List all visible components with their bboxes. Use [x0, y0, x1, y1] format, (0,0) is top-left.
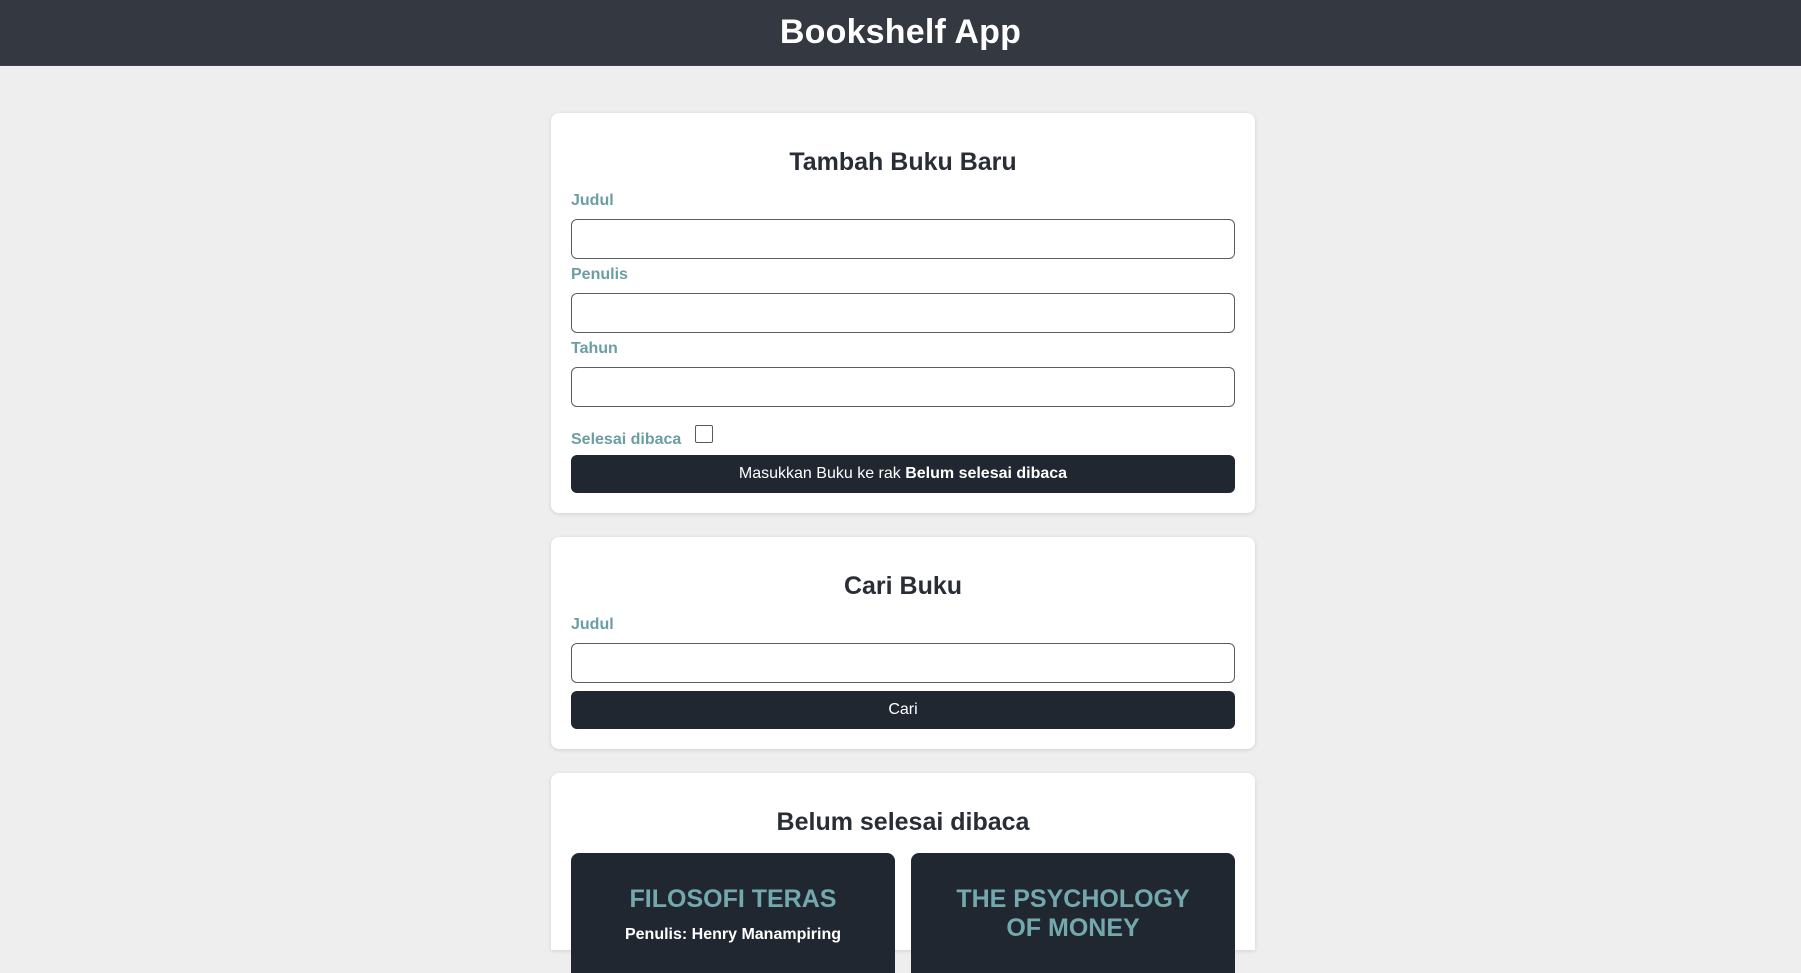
book-title: THE PSYCHOLOGY OF MONEY [956, 885, 1190, 942]
search-submit-button[interactable]: Cari [571, 691, 1235, 729]
title-label: Judul [571, 192, 614, 209]
add-book-heading: Tambah Buku Baru [789, 148, 1017, 176]
author-input[interactable] [571, 293, 1235, 333]
add-book-submit-button[interactable]: Masukkan Buku ke rak Belum selesai dibac… [571, 455, 1235, 493]
incomplete-shelf-card: Belum selesai dibaca FILOSOFI TERAS Penu… [551, 773, 1255, 973]
add-book-card: Tambah Buku Baru Judul Penulis Tahun Sel… [551, 113, 1255, 513]
complete-checkbox[interactable] [695, 425, 713, 443]
app-header: Bookshelf App [0, 0, 1801, 66]
search-title-input[interactable] [571, 643, 1235, 683]
year-input[interactable] [571, 367, 1235, 407]
submit-prefix-text: Masukkan Buku ke rak [738, 465, 901, 482]
year-label: Tahun [571, 340, 618, 357]
submit-target-text: Belum selesai dibaca [905, 465, 1068, 482]
book-title: FILOSOFI TERAS [629, 885, 837, 913]
book-item: THE PSYCHOLOGY OF MONEY [911, 853, 1235, 973]
title-input[interactable] [571, 219, 1235, 259]
search-title-label: Judul [571, 616, 614, 633]
complete-label: Selesai dibaca [571, 431, 682, 448]
app-title: Bookshelf App [779, 13, 1022, 51]
book-author: Penulis: Henry Manampiring [624, 926, 842, 943]
search-heading: Cari Buku [843, 572, 963, 600]
book-item: FILOSOFI TERAS Penulis: Henry Manampirin… [571, 853, 895, 973]
incomplete-shelf-heading: Belum selesai dibaca [776, 808, 1030, 836]
search-book-card: Cari Buku Judul Cari [551, 537, 1255, 749]
author-label: Penulis [571, 266, 628, 283]
